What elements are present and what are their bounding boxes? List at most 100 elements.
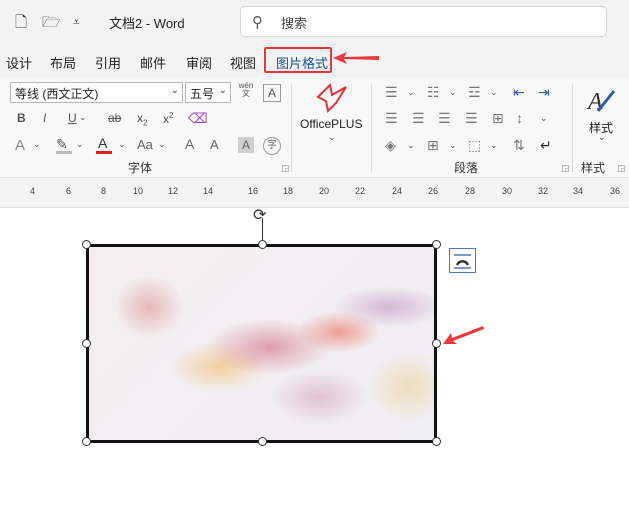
chevron-down-icon[interactable]: ⌄: [449, 140, 457, 151]
line-spacing-icon[interactable]: ↕: [516, 110, 523, 126]
tab-layout[interactable]: 布局: [50, 53, 76, 72]
clear-format-icon[interactable]: ⌫: [188, 110, 208, 127]
phonetic-bottom: 文: [242, 89, 250, 98]
tab-highlight-box: [264, 47, 332, 73]
resize-handle-bottom[interactable]: [258, 437, 267, 446]
officeplus-button[interactable]: OfficePLUS: [300, 117, 362, 131]
group-label-font: 字体: [128, 161, 153, 175]
underline-button[interactable]: U: [68, 111, 77, 125]
italic-button[interactable]: I: [43, 111, 46, 125]
resize-handle-top-left[interactable]: [82, 240, 91, 249]
chevron-down-icon[interactable]: ⌄: [490, 140, 498, 151]
shrink-font-button[interactable]: A: [210, 137, 219, 152]
rotate-handle-icon[interactable]: ⟳: [253, 205, 266, 225]
group-separator: [291, 84, 292, 172]
chevron-down-icon[interactable]: ⌄: [76, 139, 84, 150]
strikethrough-button[interactable]: ab: [108, 111, 121, 125]
dialog-launcher-icon[interactable]: ◲: [561, 163, 570, 174]
resize-handle-bottom-right[interactable]: [432, 437, 441, 446]
window-title: 文档2 - Word: [109, 16, 185, 31]
font-color-bar: [96, 151, 112, 154]
group-separator: [371, 84, 372, 172]
ruler-mark: 24: [392, 186, 403, 196]
ruler-mark: 26: [428, 186, 439, 196]
chevron-down-icon[interactable]: ⌄: [490, 87, 498, 98]
numbering-icon[interactable]: ☷: [427, 84, 440, 101]
chevron-down-icon[interactable]: ⌄: [407, 140, 415, 151]
ruler-mark: 6: [66, 186, 72, 196]
phonetic-guide-button[interactable]: wén 文: [237, 82, 255, 98]
decrease-indent-icon[interactable]: ⇤: [513, 84, 525, 101]
tab-review[interactable]: 审阅: [186, 53, 212, 72]
resize-handle-left[interactable]: [82, 339, 91, 348]
annotation-arrow-tab: [333, 52, 379, 64]
font-size-value: 五号: [190, 87, 215, 101]
ruler-mark: 30: [502, 186, 513, 196]
asian-layout-icon[interactable]: ⬚: [468, 137, 481, 154]
character-shading-button[interactable]: A: [238, 137, 254, 153]
open-folder-icon[interactable]: 🗁: [42, 12, 61, 37]
distributed-icon[interactable]: ⊞: [492, 110, 504, 127]
font-name-select[interactable]: 等线 (西文正文) ⌄: [10, 82, 183, 103]
dialog-launcher-icon[interactable]: ◲: [617, 163, 626, 174]
styles-icon[interactable]: A: [586, 85, 616, 115]
officeplus-crane-icon[interactable]: [316, 83, 348, 113]
shading-icon[interactable]: ◈: [385, 137, 396, 154]
ruler-mark: 22: [355, 186, 366, 196]
bullets-icon[interactable]: ☰: [385, 84, 398, 101]
enclose-characters-button[interactable]: 字: [263, 137, 281, 155]
bold-button[interactable]: B: [17, 111, 26, 125]
borders-icon[interactable]: ⊞: [427, 137, 439, 154]
increase-indent-icon[interactable]: ⇥: [538, 84, 550, 101]
resize-handle-top-right[interactable]: [432, 240, 441, 249]
annotation-arrow-handle: [443, 326, 484, 344]
character-border-button[interactable]: A: [263, 84, 281, 102]
font-color-button[interactable]: A: [98, 135, 107, 151]
tab-view[interactable]: 视图: [230, 53, 256, 72]
chevron-down-icon[interactable]: ⌄: [598, 132, 606, 143]
resize-handle-top[interactable]: [258, 240, 267, 249]
search-placeholder[interactable]: 搜索: [281, 13, 307, 32]
svg-text:A: A: [586, 89, 603, 115]
chevron-down-icon[interactable]: ⌄: [33, 139, 41, 150]
chevron-down-icon[interactable]: ⌄: [79, 112, 87, 123]
align-right-icon[interactable]: ☰: [438, 110, 451, 127]
font-size-select[interactable]: 五号 ⌄: [185, 82, 231, 103]
customize-qat-icon[interactable]: ⩡: [73, 15, 80, 30]
resize-handle-bottom-left[interactable]: [82, 437, 91, 446]
new-document-icon[interactable]: 🗋: [15, 12, 27, 37]
chevron-down-icon[interactable]: ⌄: [328, 132, 336, 143]
horizontal-ruler[interactable]: [0, 178, 629, 208]
sort-icon[interactable]: ⇅: [513, 137, 525, 154]
change-case-button[interactable]: Aa: [137, 137, 153, 152]
grow-font-button[interactable]: A: [185, 136, 194, 152]
search-box[interactable]: ⚲ 搜索: [240, 6, 607, 37]
selected-picture[interactable]: [86, 244, 437, 443]
chevron-down-icon[interactable]: ⌄: [540, 113, 548, 124]
show-marks-icon[interactable]: ↵: [540, 137, 552, 154]
ruler-mark: 4: [30, 186, 36, 196]
tab-references[interactable]: 引用: [95, 53, 121, 72]
layout-options-icon: [454, 254, 471, 269]
ruler-mark: 32: [538, 186, 549, 196]
chevron-down-icon[interactable]: ⌄: [158, 139, 166, 150]
group-label-styles: 样式: [581, 161, 606, 175]
chevron-down-icon[interactable]: ⌄: [449, 87, 457, 98]
tab-mailings[interactable]: 邮件: [140, 53, 166, 72]
subscript-button[interactable]: x2: [137, 111, 147, 127]
chevron-down-icon[interactable]: ⌄: [118, 139, 126, 150]
tab-design[interactable]: 设计: [6, 53, 32, 72]
text-effects-icon[interactable]: A: [15, 137, 25, 154]
superscript-button[interactable]: x2: [163, 111, 173, 126]
multilevel-list-icon[interactable]: ☲: [468, 84, 481, 101]
ruler-mark: 36: [610, 186, 621, 196]
align-center-icon[interactable]: ☰: [412, 110, 425, 127]
dialog-launcher-icon[interactable]: ◲: [281, 163, 290, 174]
align-left-icon[interactable]: ☰: [385, 110, 398, 127]
chevron-down-icon[interactable]: ⌄: [407, 87, 415, 98]
resize-handle-right[interactable]: [432, 339, 441, 348]
superscript-mark: 2: [169, 111, 174, 120]
layout-options-button[interactable]: [449, 248, 476, 273]
subscript-mark: 2: [143, 118, 148, 128]
justify-icon[interactable]: ☰: [465, 110, 478, 127]
